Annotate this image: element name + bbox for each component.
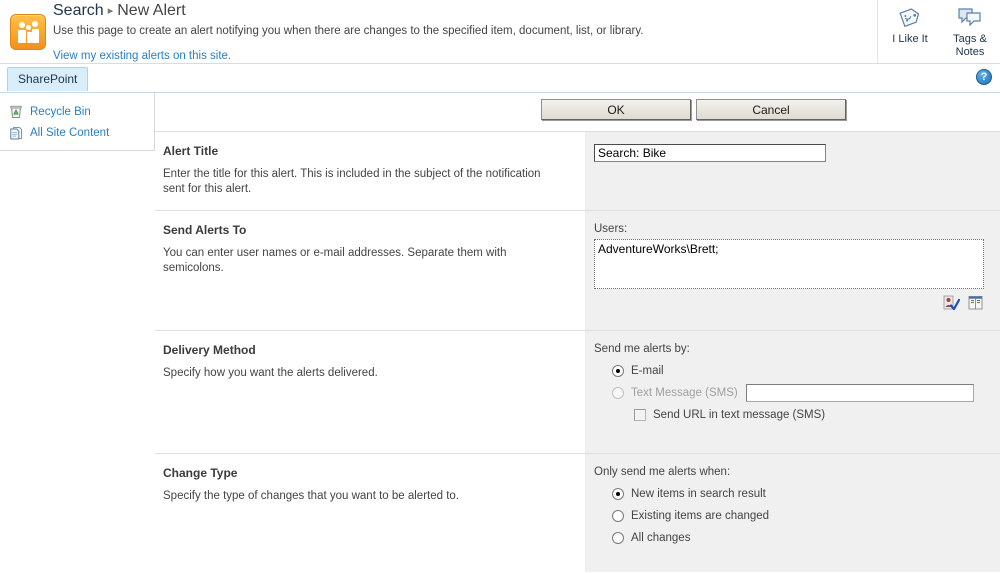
left-navigation: Recycle Bin All Site Content — [0, 93, 155, 151]
checkbox-send-url-in-text-message[interactable] — [634, 409, 646, 421]
breadcrumb-current-page: New Alert — [117, 2, 186, 20]
section-delivery-method-field: Send me alerts by: E-mail Text Message (… — [585, 331, 1000, 453]
page-header: Search ▸ New Alert Use this page to create… — [0, 0, 1000, 64]
radio-text-message-sms-label: Text Message (SMS) — [631, 387, 738, 399]
breadcrumb-separator-icon: ▸ — [107, 5, 114, 17]
section-change-type-field: Only send me alerts when: New items in s… — [585, 454, 1000, 572]
ribbon-tab-strip: SharePoint ? — [0, 64, 1000, 93]
radio-row-all-changes[interactable]: All changes — [612, 527, 990, 549]
form-button-bar: OK Cancel — [155, 93, 1000, 131]
main-content: OK Cancel Alert Title Enter the title fo… — [155, 93, 1000, 572]
tab-sharepoint[interactable]: SharePoint — [7, 67, 89, 91]
check-names-icon[interactable] — [943, 295, 960, 314]
section-alert-title-field — [585, 132, 1000, 210]
tag-smiley-icon — [880, 3, 940, 31]
section-send-alerts-to-description: You can enter user names or e-mail addre… — [163, 247, 507, 274]
section-alert-title: Alert Title Enter the title for this ale… — [155, 131, 1000, 211]
radio-row-email[interactable]: E-mail — [612, 360, 990, 382]
radio-all-changes[interactable] — [612, 532, 624, 544]
change-type-group-label: Only send me alerts when: — [594, 466, 731, 478]
radio-row-sms: Text Message (SMS) — [612, 382, 990, 404]
section-change-type-info: Change Type Specify the type of changes … — [155, 454, 585, 572]
tags-notes-label-line2: Notes — [955, 46, 985, 58]
view-existing-alerts-link[interactable]: View my existing alerts on this site. — [53, 50, 231, 62]
section-send-alerts-to-heading: Send Alerts To — [163, 223, 247, 237]
radio-email-label: E-mail — [631, 365, 664, 377]
address-book-icon[interactable] — [967, 295, 984, 314]
radio-email[interactable] — [612, 365, 624, 377]
alert-title-input[interactable] — [594, 144, 826, 162]
sidebar-item-recycle-bin-label: Recycle Bin — [30, 105, 91, 118]
radio-new-items-in-search-result[interactable] — [612, 488, 624, 500]
checkbox-send-url-label: Send URL in text message (SMS) — [653, 409, 826, 421]
users-input[interactable] — [594, 239, 984, 289]
breadcrumb: Search ▸ New Alert — [53, 1, 186, 21]
radio-all-changes-label: All changes — [631, 532, 691, 544]
section-delivery-method-info: Delivery Method Specify how you want the… — [155, 331, 585, 453]
sidebar-item-all-site-content-label: All Site Content — [30, 126, 110, 139]
i-like-it-label: I Like It — [892, 33, 928, 45]
section-alert-title-heading: Alert Title — [163, 144, 219, 158]
i-like-it-button[interactable]: I Like It — [880, 0, 940, 46]
recycle-bin-icon — [8, 104, 24, 120]
section-alert-title-info: Alert Title Enter the title for this ale… — [155, 132, 585, 211]
radio-existing-items-label: Existing items are changed — [631, 510, 770, 522]
section-send-alerts-to-info: Send Alerts To You can enter user names … — [155, 211, 585, 330]
section-delivery-method-description: Specify how you want the alerts delivere… — [163, 367, 378, 379]
page-description: Use this page to create an alert notifyi… — [53, 25, 644, 37]
section-send-alerts-to-field: Users: — [585, 211, 1000, 330]
section-change-type-description: Specify the type of changes that you wan… — [163, 490, 459, 502]
page-body: Recycle Bin All Site Content OK Cancel A… — [0, 93, 1000, 572]
radio-existing-items-are-changed[interactable] — [612, 510, 624, 522]
section-alert-title-description: Enter the title for this alert. This is … — [163, 168, 541, 195]
section-delivery-method-heading: Delivery Method — [163, 343, 256, 357]
radio-new-items-label: New items in search result — [631, 488, 766, 500]
section-send-alerts-to: Send Alerts To You can enter user names … — [155, 210, 1000, 330]
sharepoint-people-logo-icon — [10, 14, 46, 50]
ok-button[interactable]: OK — [541, 99, 691, 120]
breadcrumb-link-search[interactable]: Search — [53, 2, 104, 19]
tags-notes-label-line1: Tags & — [953, 33, 987, 45]
section-delivery-method: Delivery Method Specify how you want the… — [155, 330, 1000, 453]
delivery-method-group-label: Send me alerts by: — [594, 343, 690, 355]
users-label: Users: — [594, 223, 628, 235]
section-change-type: Change Type Specify the type of changes … — [155, 453, 1000, 572]
all-site-content-icon — [8, 125, 24, 141]
people-picker-tools — [594, 295, 984, 313]
social-actions-bar: I Like It Tags & Notes — [877, 0, 1000, 63]
checkbox-row-send-url-sms[interactable]: Send URL in text message (SMS) — [634, 404, 990, 426]
cancel-button[interactable]: Cancel — [696, 99, 846, 120]
sms-number-input[interactable] — [745, 384, 974, 402]
radio-row-new-items[interactable]: New items in search result — [612, 483, 990, 505]
tags-and-notes-button[interactable]: Tags & Notes — [940, 0, 1000, 59]
help-question-icon[interactable]: ? — [976, 69, 992, 85]
sidebar-item-all-site-content[interactable]: All Site Content — [8, 122, 154, 143]
tags-notes-icon — [940, 3, 1000, 31]
radio-row-existing-items[interactable]: Existing items are changed — [612, 505, 990, 527]
sidebar-item-recycle-bin[interactable]: Recycle Bin — [8, 101, 154, 122]
section-change-type-heading: Change Type — [163, 466, 238, 480]
radio-text-message-sms — [612, 387, 624, 399]
